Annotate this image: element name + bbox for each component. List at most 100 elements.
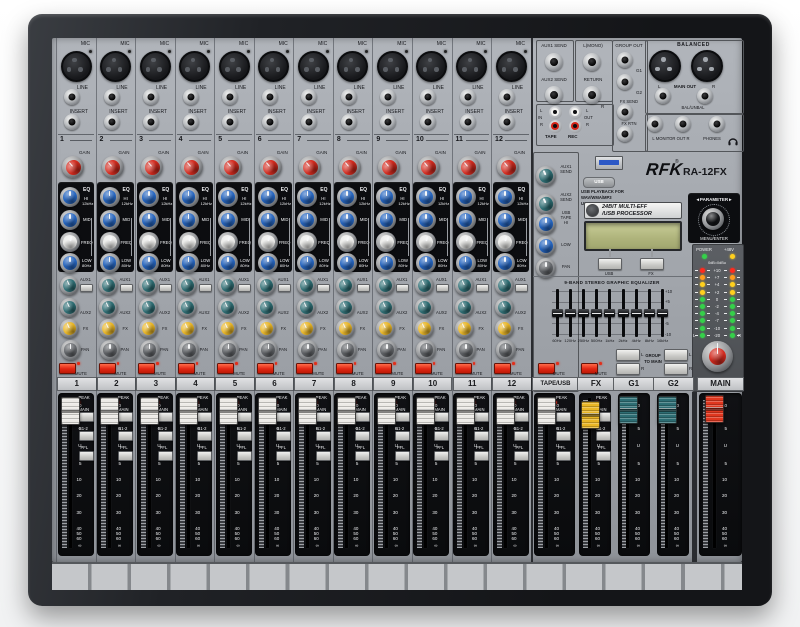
ch4-eq-hi-knob[interactable] xyxy=(179,187,199,207)
ch3-fx-knob[interactable] xyxy=(139,319,158,338)
ch8-eq-freq-knob[interactable] xyxy=(337,232,357,252)
ch5-fx-knob[interactable] xyxy=(218,319,237,338)
ch8-mute-button[interactable] xyxy=(336,363,353,374)
geq-slider-8kHz[interactable] xyxy=(644,309,655,317)
ch6-eq-freq-knob[interactable] xyxy=(258,232,278,252)
ch12-fader-cap[interactable] xyxy=(496,397,515,425)
ch10-group-button[interactable] xyxy=(434,431,449,441)
ch3-main-button[interactable] xyxy=(158,412,173,422)
ch3-mute-button[interactable] xyxy=(138,363,155,374)
ch8-group-button[interactable] xyxy=(355,431,370,441)
group-to-main-g1-l-button[interactable] xyxy=(616,349,640,361)
ch5-group-button[interactable] xyxy=(237,431,252,441)
ch12-gain-knob[interactable] xyxy=(497,156,519,178)
ch11-aux2-knob[interactable] xyxy=(455,298,474,317)
geq-slider-60Hz[interactable] xyxy=(552,309,563,317)
ch9-aux2-knob[interactable] xyxy=(376,298,395,317)
ch12-pan-knob[interactable] xyxy=(496,340,516,360)
ch5-pre-button[interactable] xyxy=(238,284,251,292)
ch3-pan-knob[interactable] xyxy=(140,340,160,360)
ch4-group-button[interactable] xyxy=(197,431,212,441)
ch7-main-button[interactable] xyxy=(316,412,331,422)
ch9-gain-knob[interactable] xyxy=(378,156,400,178)
ch6-eq-low-knob[interactable] xyxy=(258,253,278,273)
ch11-fx-knob[interactable] xyxy=(455,319,474,338)
ch5-pan-knob[interactable] xyxy=(219,340,239,360)
ch2-pan-knob[interactable] xyxy=(100,340,120,360)
ch9-main-button[interactable] xyxy=(395,412,410,422)
ch8-pre-button[interactable] xyxy=(357,284,370,292)
ch6-fx-knob[interactable] xyxy=(257,319,276,338)
ch11-fader-cap[interactable] xyxy=(456,397,475,425)
ch12-group-button[interactable] xyxy=(514,431,529,441)
ch12-eq-freq-knob[interactable] xyxy=(495,232,515,252)
ch9-fx-knob[interactable] xyxy=(376,319,395,338)
ch9-mute-button[interactable] xyxy=(375,363,392,374)
ch7-aux2-knob[interactable] xyxy=(297,298,316,317)
ch12-pfl-button[interactable] xyxy=(514,451,529,461)
dsp-usb-button[interactable] xyxy=(598,258,622,270)
ch12-eq-hi-knob[interactable] xyxy=(495,187,515,207)
ch2-group-button[interactable] xyxy=(118,431,133,441)
master-pan-knob[interactable] xyxy=(536,258,556,278)
ch1-fx-knob[interactable] xyxy=(60,319,79,338)
ch1-fader-cap[interactable] xyxy=(61,397,80,425)
master-tape-usb-fader-cap[interactable] xyxy=(537,397,556,425)
geq-slider-16kHz[interactable] xyxy=(657,309,668,317)
ch8-eq-hi-knob[interactable] xyxy=(337,187,357,207)
ch11-pfl-button[interactable] xyxy=(474,451,489,461)
parameter-knob[interactable] xyxy=(702,208,724,230)
master-fx-pfl-button[interactable] xyxy=(596,451,611,461)
ch8-pan-knob[interactable] xyxy=(337,340,357,360)
ch8-gain-knob[interactable] xyxy=(339,156,361,178)
ch4-pre-button[interactable] xyxy=(199,284,212,292)
ch10-gain-knob[interactable] xyxy=(418,156,440,178)
ch11-gain-knob[interactable] xyxy=(458,156,480,178)
master-fx-group-button[interactable] xyxy=(596,431,611,441)
geq-slider-120Hz[interactable] xyxy=(565,309,576,317)
ch1-eq-low-knob[interactable] xyxy=(60,253,80,273)
ch11-pre-button[interactable] xyxy=(476,284,489,292)
geq-slider-500Hz[interactable] xyxy=(591,309,602,317)
ch7-fader-cap[interactable] xyxy=(298,397,317,425)
ch5-mute-button[interactable] xyxy=(217,363,234,374)
ch11-pan-knob[interactable] xyxy=(456,340,476,360)
ch9-pfl-button[interactable] xyxy=(395,451,410,461)
ch2-fx-knob[interactable] xyxy=(99,319,118,338)
ch4-pfl-button[interactable] xyxy=(197,451,212,461)
geq-slider-250Hz[interactable] xyxy=(578,309,589,317)
ch10-fader-cap[interactable] xyxy=(416,397,435,425)
ch6-aux2-knob[interactable] xyxy=(257,298,276,317)
master-tape-usb-pfl-button[interactable] xyxy=(556,451,571,461)
ch8-aux1-knob[interactable] xyxy=(336,276,355,295)
ch1-group-button[interactable] xyxy=(79,431,94,441)
master-main-fader-cap[interactable] xyxy=(705,395,724,423)
ch1-main-button[interactable] xyxy=(79,412,94,422)
ch2-gain-knob[interactable] xyxy=(102,156,124,178)
ch12-eq-low-knob[interactable] xyxy=(495,253,515,273)
ch1-aux1-knob[interactable] xyxy=(60,276,79,295)
ch5-gain-knob[interactable] xyxy=(220,156,242,178)
ch9-pre-button[interactable] xyxy=(396,284,409,292)
ch12-main-button[interactable] xyxy=(514,412,529,422)
ch9-aux1-knob[interactable] xyxy=(376,276,395,295)
ch7-mute-button[interactable] xyxy=(296,363,313,374)
ch11-main-button[interactable] xyxy=(474,412,489,422)
master-aux2-send-knob[interactable] xyxy=(536,194,556,214)
ch2-aux2-knob[interactable] xyxy=(99,298,118,317)
ch8-main-button[interactable] xyxy=(355,412,370,422)
ch11-eq-hi-knob[interactable] xyxy=(456,187,476,207)
ch2-pre-button[interactable] xyxy=(120,284,133,292)
ch5-fader-cap[interactable] xyxy=(219,397,238,425)
ch12-fx-knob[interactable] xyxy=(495,319,514,338)
ch8-aux2-knob[interactable] xyxy=(336,298,355,317)
ch11-eq-low-knob[interactable] xyxy=(456,253,476,273)
ch1-eq-freq-knob[interactable] xyxy=(60,232,80,252)
ch11-eq-mid-knob[interactable] xyxy=(456,210,476,230)
geq-slider-1kHz[interactable] xyxy=(604,309,615,317)
ch12-aux1-knob[interactable] xyxy=(495,276,514,295)
ch3-eq-low-knob[interactable] xyxy=(139,253,159,273)
ch3-aux1-knob[interactable] xyxy=(139,276,158,295)
ch2-eq-low-knob[interactable] xyxy=(100,253,120,273)
master-tape-usb-group-button[interactable] xyxy=(556,431,571,441)
